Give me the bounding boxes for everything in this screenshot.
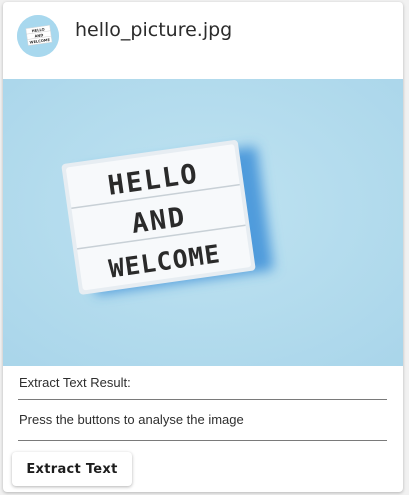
extract-result-text: Press the buttons to analyse the image [19, 412, 244, 427]
extract-result-label: Extract Text Result: [19, 375, 131, 390]
uploaded-image: HELLO AND WELCOME [3, 79, 403, 366]
card-header: HELLO AND WELCOME hello_picture.jpg [3, 2, 403, 78]
divider [18, 440, 387, 441]
lightbox-sign: HELLO AND WELCOME [61, 140, 256, 295]
image-card: HELLO AND WELCOME hello_picture.jpg HELL… [3, 2, 403, 492]
extract-text-button[interactable]: Extract Text [12, 452, 132, 486]
divider [18, 399, 387, 400]
image-thumbnail-avatar: HELLO AND WELCOME [17, 15, 59, 57]
card-title: hello_picture.jpg [75, 19, 233, 41]
